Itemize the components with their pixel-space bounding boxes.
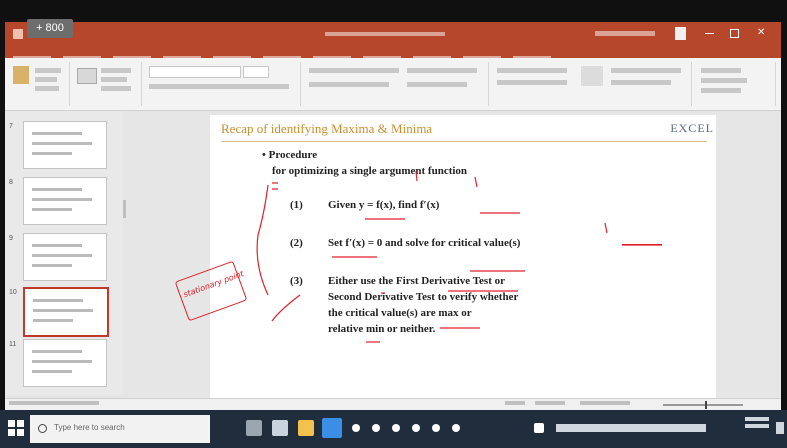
window-title	[325, 32, 445, 36]
maximize-icon[interactable]	[730, 29, 739, 38]
font-size-box[interactable]	[243, 66, 269, 78]
taskbar-clock[interactable]	[745, 417, 769, 428]
bracket-stroke	[256, 184, 269, 296]
step3-number: (3)	[290, 275, 303, 287]
ribbon-tabs[interactable]	[5, 46, 781, 59]
file-explorer-icon[interactable]	[272, 420, 288, 436]
bullet-procedure: • Procedure	[262, 149, 318, 161]
slide-thumbnail[interactable]	[23, 177, 107, 225]
task-view-icon[interactable]	[246, 420, 262, 436]
app-dot-icon[interactable]	[412, 424, 420, 432]
taskbar-search[interactable]: Type here to search	[30, 415, 210, 443]
font-name-box[interactable]	[149, 66, 241, 78]
profile-icon[interactable]	[675, 27, 686, 40]
app-dot-icon[interactable]	[392, 424, 400, 432]
top-black-bar	[0, 0, 787, 22]
new-slide-icon[interactable]	[77, 68, 97, 84]
title-bar: ✕	[5, 22, 781, 46]
notification-icon[interactable]	[776, 422, 784, 434]
minimize-icon[interactable]	[705, 33, 714, 34]
arrow-stroke	[271, 294, 301, 322]
step3-line4: relative min or neither.	[328, 323, 436, 335]
app-dot-icon[interactable]	[432, 424, 440, 432]
annotation-text: stationary point	[182, 269, 245, 300]
folder-icon[interactable]	[298, 420, 314, 436]
windows-start-icon[interactable]	[8, 420, 24, 436]
app-dot-icon[interactable]	[372, 424, 380, 432]
paragraph-group[interactable]	[303, 62, 489, 106]
step1-number: (1)	[290, 199, 303, 211]
status-bar	[5, 398, 781, 410]
powerpoint-window: ✕ 7 8 9 10 11 Recap of identifying Maxim…	[5, 22, 781, 410]
slide-thumbnail-active[interactable]	[23, 287, 109, 337]
slide-title: Recap of identifying Maxima & Minima	[221, 121, 433, 136]
slide-thumbnail[interactable]	[23, 121, 107, 169]
step-number-mark	[272, 182, 278, 190]
panel-scrollbar[interactable]	[123, 200, 126, 218]
procedure-subtitle: for optimizing a single argument functio…	[272, 165, 468, 177]
comments-button[interactable]	[535, 401, 565, 405]
notes-button[interactable]	[505, 401, 525, 405]
slide-thumbnail[interactable]	[23, 339, 107, 387]
search-placeholder: Type here to search	[54, 423, 125, 432]
step3-line1: Either use the First Derivative Test or	[328, 275, 505, 287]
search-icon	[38, 424, 47, 433]
paste-icon[interactable]	[13, 66, 29, 84]
small-marks	[415, 170, 608, 234]
slide-logo: EXCEL	[670, 121, 714, 135]
taskbar: Type here to search	[0, 410, 787, 448]
ribbon-home	[5, 58, 781, 111]
clipboard-group[interactable]	[7, 62, 70, 106]
system-tray[interactable]	[556, 424, 706, 432]
app-icon[interactable]	[13, 29, 23, 39]
editing-group[interactable]	[695, 62, 776, 106]
app-dot-icon[interactable]	[452, 424, 460, 432]
slides-group[interactable]	[71, 62, 142, 106]
zoom-slider-thumb[interactable]	[705, 401, 707, 409]
step1-text: Given y = f(x), find f′(x)	[328, 199, 440, 211]
title-divider	[221, 141, 707, 142]
close-icon[interactable]: ✕	[757, 27, 765, 38]
font-group[interactable]	[145, 62, 301, 106]
step2-text: Set f′(x) = 0 and solve for critical val…	[328, 237, 521, 249]
view-buttons[interactable]	[580, 401, 630, 405]
arrange-icon[interactable]	[581, 66, 603, 86]
drawing-group[interactable]	[491, 62, 692, 106]
account-name[interactable]	[595, 31, 655, 36]
status-slide-info	[9, 401, 99, 405]
zoom-slider[interactable]	[663, 401, 743, 409]
slide-thumbnail[interactable]	[23, 233, 107, 281]
zoom-badge: + 800	[27, 19, 73, 38]
tray-app-icon[interactable]	[534, 423, 544, 433]
step3-line2: Second Derivative Test to verify whether	[328, 291, 519, 303]
slide-thumbnails-panel[interactable]: 7 8 9 10 11	[5, 111, 123, 395]
step2-number: (2)	[290, 237, 303, 249]
edge-browser-icon[interactable]	[322, 418, 342, 438]
slide-canvas[interactable]: Recap of identifying Maxima & Minima EXC…	[210, 115, 716, 400]
handwritten-note	[622, 235, 662, 245]
app-dot-icon[interactable]	[352, 424, 360, 432]
step3-line3: the critical value(s) are max or	[328, 307, 472, 319]
